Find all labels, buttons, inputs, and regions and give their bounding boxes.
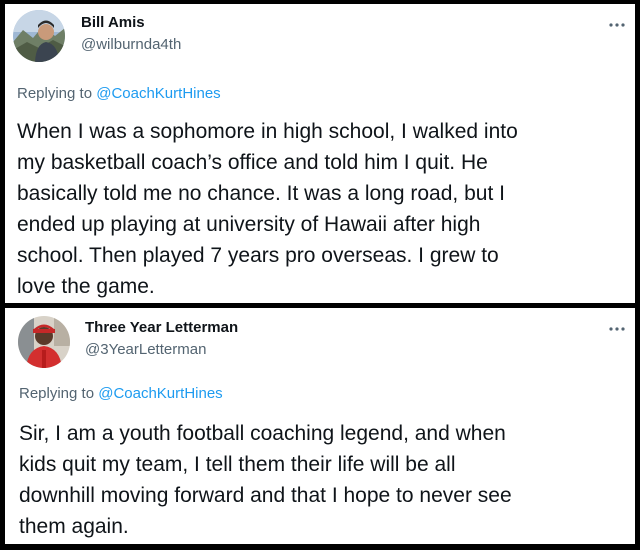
- avatar-photo-icon: [13, 10, 65, 62]
- display-name[interactable]: Bill Amis: [81, 14, 145, 31]
- reply-prefix: Replying to: [17, 85, 97, 102]
- more-options-icon[interactable]: [607, 20, 627, 30]
- user-avatar[interactable]: [13, 10, 65, 62]
- user-handle[interactable]: @wilburnda4th: [81, 36, 181, 53]
- reply-context: Replying to @CoachKurtHines: [19, 385, 223, 402]
- tweet-card[interactable]: Bill Amis @wilburnda4th Replying to @Coa…: [5, 4, 635, 303]
- tweet-text: When I was a sophomore in high school, I…: [17, 120, 518, 298]
- tweet-card[interactable]: Three Year Letterman @3YearLetterman Rep…: [5, 308, 635, 544]
- user-avatar[interactable]: [18, 316, 70, 368]
- avatar-photo-icon: [18, 316, 70, 368]
- more-options-icon[interactable]: [607, 324, 627, 334]
- reply-context: Replying to @CoachKurtHines: [17, 85, 221, 102]
- reply-to-link[interactable]: @CoachKurtHines: [98, 385, 222, 402]
- reply-prefix: Replying to: [19, 385, 99, 402]
- tweet-text: Sir, I am a youth football coaching lege…: [19, 422, 512, 538]
- display-name[interactable]: Three Year Letterman: [85, 319, 238, 336]
- reply-to-link[interactable]: @CoachKurtHines: [96, 85, 220, 102]
- user-handle[interactable]: @3YearLetterman: [85, 341, 206, 358]
